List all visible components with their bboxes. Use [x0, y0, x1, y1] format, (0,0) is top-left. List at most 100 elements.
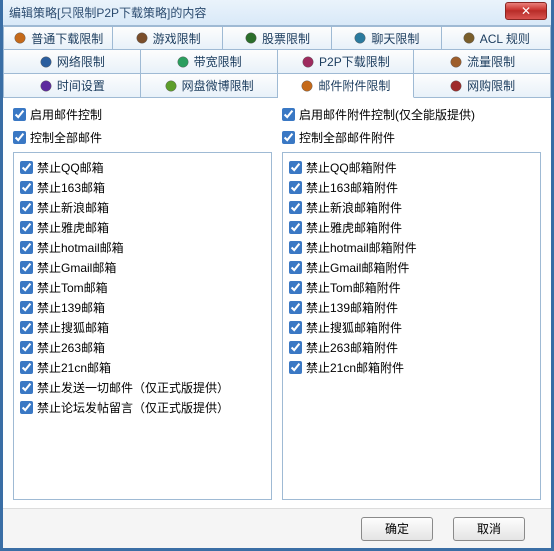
enable-attachment-control-label: 启用邮件附件控制(仅全能版提供) [299, 106, 475, 123]
ok-button[interactable]: 确定 [361, 517, 433, 541]
right-list-item-3[interactable]: 禁止雅虎邮箱附件 [289, 219, 534, 236]
left-list-item-7-checkbox[interactable] [20, 301, 33, 314]
right-list-item-8[interactable]: 禁止搜狐邮箱附件 [289, 319, 534, 336]
control-all-attachments[interactable]: 控制全部邮件附件 [282, 129, 541, 146]
right-list-item-10[interactable]: 禁止21cn邮箱附件 [289, 359, 534, 376]
left-list-item-6[interactable]: 禁止Tom邮箱 [20, 279, 265, 296]
right-list-item-6-label: 禁止Tom邮箱附件 [306, 279, 401, 296]
left-list-item-12-checkbox[interactable] [20, 401, 33, 414]
left-list-item-11[interactable]: 禁止发送一切邮件（仅正式版提供） [20, 379, 265, 396]
left-list-item-4-checkbox[interactable] [20, 241, 33, 254]
tab-acl-rules[interactable]: ACL 规则 [442, 26, 551, 50]
tab-time-settings[interactable]: 时间设置 [3, 74, 141, 98]
tab-mail-attachment-limit-label: 邮件附件限制 [318, 77, 390, 94]
control-all-mail-checkbox[interactable] [13, 131, 26, 144]
tab-netdisk-limit[interactable]: 网盘微博限制 [141, 74, 278, 98]
tab-p2p-limit-label: P2P下载限制 [319, 53, 390, 70]
right-list-item-7-checkbox[interactable] [289, 301, 302, 314]
left-list-item-8[interactable]: 禁止搜狐邮箱 [20, 319, 265, 336]
left-list-item-8-checkbox[interactable] [20, 321, 33, 334]
left-list-item-3[interactable]: 禁止雅虎邮箱 [20, 219, 265, 236]
tab-download-limit[interactable]: 普通下载限制 [3, 26, 113, 50]
tab-bandwidth-limit-icon [176, 55, 190, 69]
tab-time-settings-icon [39, 79, 53, 93]
left-list-item-10-checkbox[interactable] [20, 361, 33, 374]
left-list-item-2[interactable]: 禁止新浪邮箱 [20, 199, 265, 216]
left-list-item-12[interactable]: 禁止论坛发帖留言（仅正式版提供） [20, 399, 265, 416]
tab-row-1: 普通下载限制游戏限制 股票限制 聊天限制ACL 规则 [3, 26, 551, 50]
right-list-item-3-checkbox[interactable] [289, 221, 302, 234]
left-list-item-9-checkbox[interactable] [20, 341, 33, 354]
tab-netdisk-limit-label: 网盘微博限制 [182, 77, 254, 94]
tab-p2p-limit[interactable]: P2P下载限制 [278, 50, 415, 74]
right-list-item-1[interactable]: 禁止163邮箱附件 [289, 179, 534, 196]
tab-game-limit[interactable]: 游戏限制 [113, 26, 222, 50]
policy-edit-window: 编辑策略[只限制P2P下载策略]的内容 ✕ 普通下载限制游戏限制股票限制聊天限制… [0, 0, 554, 551]
right-list-item-8-checkbox[interactable] [289, 321, 302, 334]
tab-download-limit-icon [13, 31, 27, 45]
right-list-item-7[interactable]: 禁止139邮箱附件 [289, 299, 534, 316]
cancel-button[interactable]: 取消 [453, 517, 525, 541]
left-list-item-2-label: 禁止新浪邮箱 [37, 199, 109, 216]
enable-mail-control[interactable]: 启用邮件控制 [13, 106, 272, 123]
right-list-item-9-checkbox[interactable] [289, 341, 302, 354]
tab-network-limit-label: 网络限制 [57, 53, 105, 70]
tab-mail-attachment-limit[interactable]: 邮件附件限制 [278, 74, 415, 98]
tab-bandwidth-limit[interactable]: 带宽限制 [141, 50, 278, 74]
tab-container: 普通下载限制游戏限制 股票限制 聊天限制ACL 规则 网络限制 带宽限制 P2P下载限制… [3, 26, 551, 98]
enable-attachment-control-checkbox[interactable] [282, 108, 295, 121]
tab-stock-limit-label: 股票限制 [262, 30, 310, 47]
close-button[interactable]: ✕ [505, 2, 547, 20]
tab-stock-limit[interactable]: 股票限制 [223, 26, 332, 50]
right-list-item-10-label: 禁止21cn邮箱附件 [306, 359, 404, 376]
enable-attachment-control[interactable]: 启用邮件附件控制(仅全能版提供) [282, 106, 541, 123]
left-list-item-4[interactable]: 禁止hotmail邮箱 [20, 239, 265, 256]
tab-chat-limit[interactable]: 聊天限制 [332, 26, 441, 50]
right-list-item-1-label: 禁止163邮箱附件 [306, 179, 398, 196]
control-all-mail[interactable]: 控制全部邮件 [13, 129, 272, 146]
right-list-item-4[interactable]: 禁止hotmail邮箱附件 [289, 239, 534, 256]
left-list-item-1-checkbox[interactable] [20, 181, 33, 194]
left-list-item-4-label: 禁止hotmail邮箱 [37, 239, 124, 256]
left-list-item-12-label: 禁止论坛发帖留言（仅正式版提供） [37, 399, 229, 416]
right-list-item-2[interactable]: 禁止新浪邮箱附件 [289, 199, 534, 216]
control-all-attachments-checkbox[interactable] [282, 131, 295, 144]
left-list-item-11-checkbox[interactable] [20, 381, 33, 394]
left-list-item-9-label: 禁止263邮箱 [37, 339, 105, 356]
left-list-item-2-checkbox[interactable] [20, 201, 33, 214]
left-list-item-1[interactable]: 禁止163邮箱 [20, 179, 265, 196]
right-listbox: 禁止QQ邮箱附件禁止163邮箱附件禁止新浪邮箱附件禁止雅虎邮箱附件禁止hotma… [282, 152, 541, 500]
tab-network-limit[interactable]: 网络限制 [3, 50, 141, 74]
right-list-item-7-label: 禁止139邮箱附件 [306, 299, 398, 316]
tab-p2p-limit-icon [301, 55, 315, 69]
left-list-item-3-checkbox[interactable] [20, 221, 33, 234]
left-list-item-5[interactable]: 禁止Gmail邮箱 [20, 259, 265, 276]
right-list-item-5[interactable]: 禁止Gmail邮箱附件 [289, 259, 534, 276]
footer: 确定 取消 [3, 508, 551, 548]
left-list-item-10[interactable]: 禁止21cn邮箱 [20, 359, 265, 376]
left-list-item-0[interactable]: 禁止QQ邮箱 [20, 159, 265, 176]
right-column: 启用邮件附件控制(仅全能版提供) 控制全部邮件附件 禁止QQ邮箱附件禁止163邮… [282, 106, 541, 500]
left-list-item-11-label: 禁止发送一切邮件（仅正式版提供） [37, 379, 229, 396]
enable-mail-control-checkbox[interactable] [13, 108, 26, 121]
right-list-item-10-checkbox[interactable] [289, 361, 302, 374]
right-list-item-0[interactable]: 禁止QQ邮箱附件 [289, 159, 534, 176]
right-list-item-6-checkbox[interactable] [289, 281, 302, 294]
right-list-item-4-checkbox[interactable] [289, 241, 302, 254]
left-list-item-6-checkbox[interactable] [20, 281, 33, 294]
right-list-item-2-checkbox[interactable] [289, 201, 302, 214]
tab-acl-rules-icon [462, 31, 476, 45]
right-list-item-5-checkbox[interactable] [289, 261, 302, 274]
tab-shopping-limit[interactable]: 网购限制 [414, 74, 551, 98]
left-list-item-5-checkbox[interactable] [20, 261, 33, 274]
control-all-mail-label: 控制全部邮件 [30, 129, 102, 146]
left-list-item-7[interactable]: 禁止139邮箱 [20, 299, 265, 316]
right-list-item-0-checkbox[interactable] [289, 161, 302, 174]
right-list-item-6[interactable]: 禁止Tom邮箱附件 [289, 279, 534, 296]
left-list-item-0-checkbox[interactable] [20, 161, 33, 174]
tab-traffic-limit[interactable]: 流量限制 [414, 50, 551, 74]
left-list-item-9[interactable]: 禁止263邮箱 [20, 339, 265, 356]
right-list-item-1-checkbox[interactable] [289, 181, 302, 194]
right-list-item-9-label: 禁止263邮箱附件 [306, 339, 398, 356]
right-list-item-9[interactable]: 禁止263邮箱附件 [289, 339, 534, 356]
